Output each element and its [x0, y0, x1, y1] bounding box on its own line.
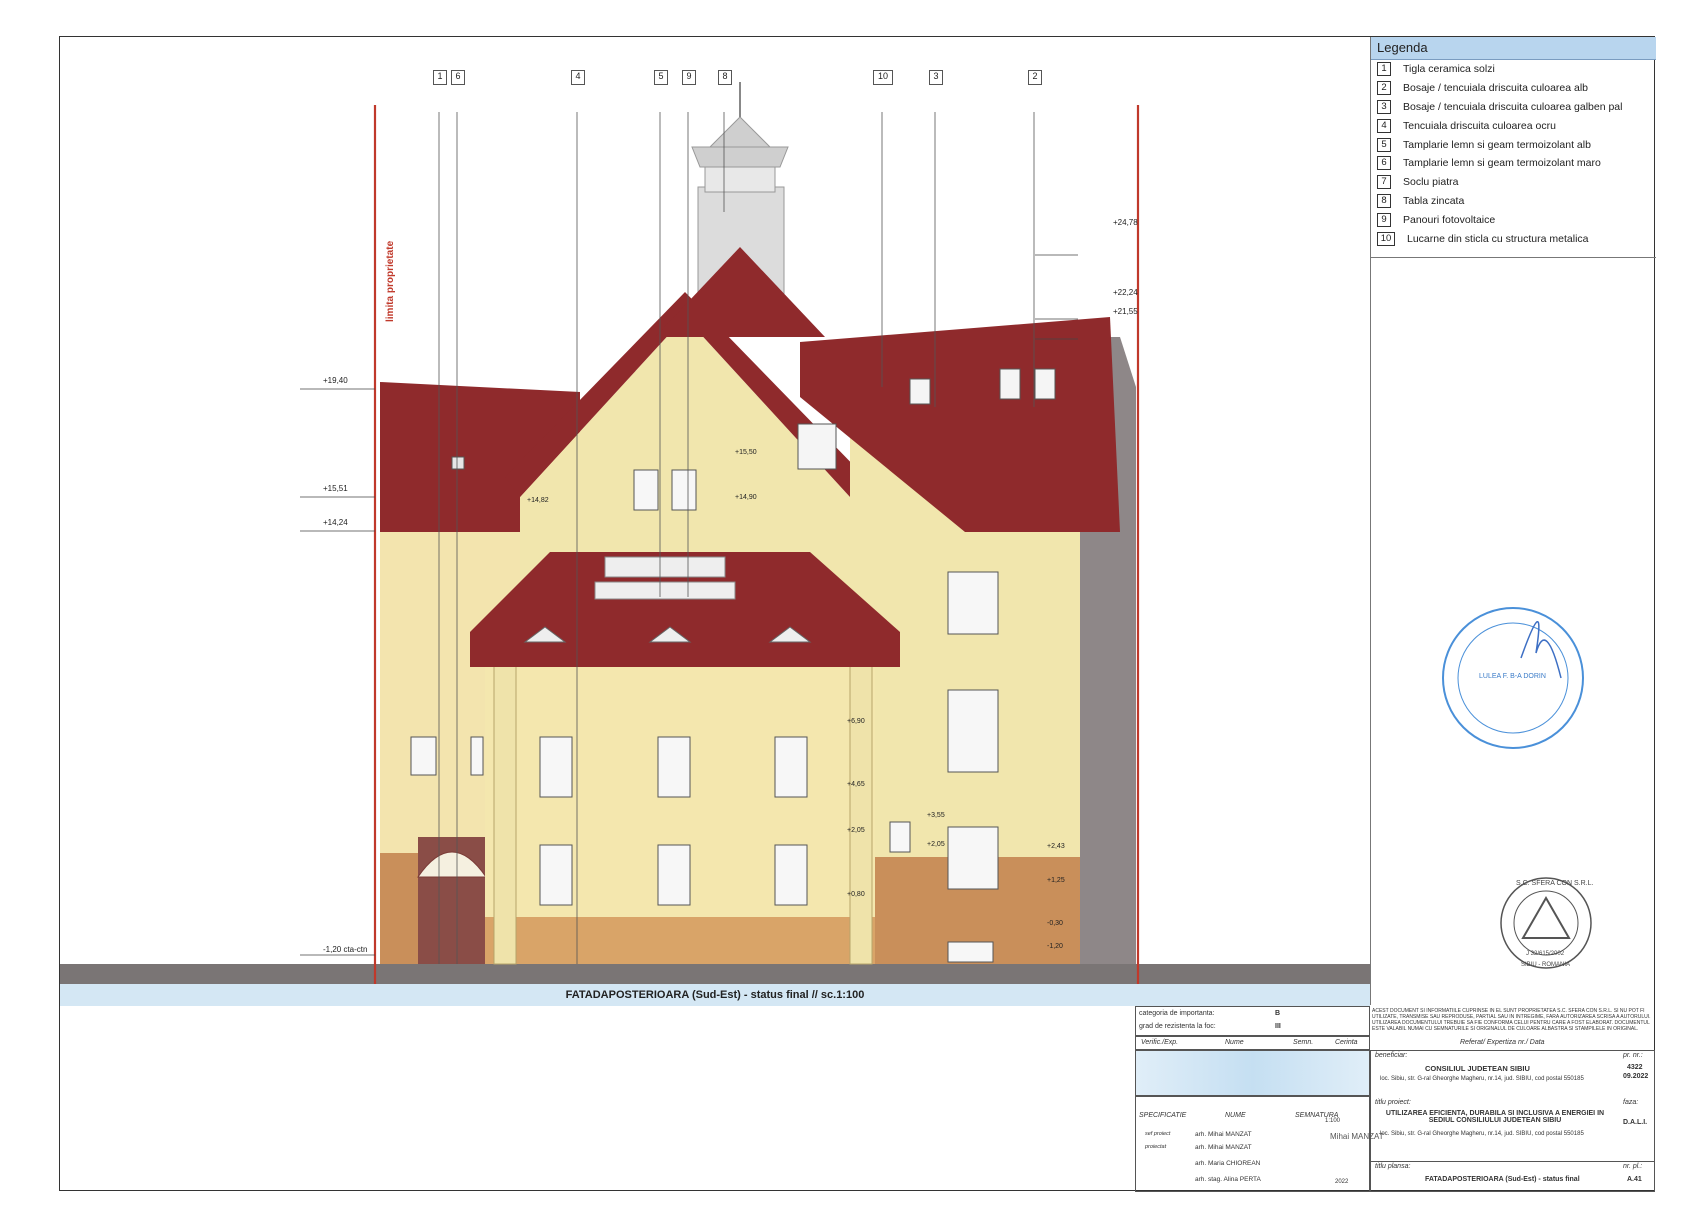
legend-item: 1 Tigla ceramica solzi	[1371, 60, 1656, 79]
callout-2: 2	[1028, 70, 1042, 85]
legend-item: 6 Tamplarie lemn si geam termoizolant mar…	[1371, 154, 1656, 173]
level-label: +2,43	[1047, 843, 1065, 850]
level-label: +21,55	[1113, 307, 1138, 316]
legend-item: 9 Panouri fotovoltaice	[1371, 210, 1656, 229]
tower-gable-roof	[655, 247, 825, 337]
facade-drawing: limita proprietate 1 6 4 5 9 8 10 3 2 +1…	[60, 37, 1370, 1022]
legend-panel: Legenda 1 Tigla ceramica solzi 2 Bosaje / …	[1370, 37, 1656, 257]
person-name: arh. Mihai MANZAT	[1195, 1131, 1252, 1138]
person-name: arh. Maria CHIOREAN	[1195, 1160, 1261, 1167]
verif-header: Semn.	[1293, 1039, 1314, 1046]
level-label: +1,25	[1047, 877, 1065, 884]
stamp-area: LULEA F. B-A DORIN S.C. SFERA CON S.R.L.…	[1370, 257, 1656, 1005]
referat-label: Referat/ Expertiza nr./ Data	[1460, 1039, 1545, 1046]
titlu-label: titlu proiect:	[1375, 1099, 1411, 1106]
level-label: +22,24	[1113, 288, 1138, 297]
spec-header: SPECIFICATIE	[1139, 1112, 1187, 1119]
callout-9: 9	[682, 70, 696, 85]
grad-label: grad de rezistenta la foc:	[1139, 1023, 1216, 1030]
company-logo-banner	[1135, 1050, 1370, 1096]
nr-pl: A.41	[1627, 1176, 1642, 1183]
drawing-sheet: limita proprietate 1 6 4 5 9 8 10 3 2 +1…	[59, 36, 1656, 1192]
callout-3: 3	[929, 70, 943, 85]
pr-nr: 4322	[1627, 1064, 1643, 1071]
level-label: +24,78	[1113, 218, 1138, 227]
spec-header: NUME	[1225, 1112, 1246, 1119]
level-label: +4,65	[847, 781, 865, 788]
pr-date: 09.2022	[1623, 1073, 1649, 1080]
level-label: -1,20 cta-ctn	[323, 945, 368, 954]
level-label: +19,40	[323, 376, 348, 385]
project-title: UTILIZAREA EFICIENTA, DURABILA SI INCLUS…	[1385, 1110, 1605, 1124]
callout-5: 5	[654, 70, 668, 85]
architect-stamp-text: LULEA F. B-A DORIN	[1479, 673, 1546, 680]
project-address: loc. Sibiu, str. G-ral Gheorghe Magheru,…	[1380, 1131, 1584, 1137]
level-label: +15,51	[323, 484, 348, 493]
verif-header: Nume	[1225, 1039, 1244, 1046]
company-stamp-reg: J 32/615/2002	[1526, 951, 1565, 957]
stamps-svg: LULEA F. B-A DORIN S.C. SFERA CON S.R.L.…	[1442, 607, 1593, 969]
level-label: +6,90	[847, 718, 865, 725]
level-label: +2,05	[847, 827, 865, 834]
legend-item: 2 Bosaje / tencuiala driscuita culoarea a…	[1371, 79, 1656, 98]
person-role: sef proiect	[1145, 1131, 1171, 1137]
legend-item: 7 Soclu piatra	[1371, 173, 1656, 192]
pr-nr-label: pr. nr.:	[1623, 1052, 1643, 1059]
callout-8: 8	[718, 70, 732, 85]
plansa-label: titlu plansa:	[1375, 1163, 1411, 1170]
level-label: -1,20	[1047, 943, 1063, 950]
nr-pl-label: nr. pl.:	[1623, 1163, 1643, 1170]
level-label: +14,24	[323, 518, 348, 527]
plansa-title: FATADAPOSTERIOARA (Sud-Est) - status fin…	[1425, 1176, 1580, 1183]
legend-item: 8 Tabla zincata	[1371, 192, 1656, 211]
level-label: +15,50	[735, 449, 757, 456]
verif-header: Verific./Exp.	[1141, 1039, 1179, 1046]
roof-hatch	[451, 456, 465, 470]
level-label: +14,90	[735, 494, 757, 501]
title-block: categoria de importanta: B grad de rezis…	[1135, 1006, 1655, 1192]
level-label: +14,82	[527, 497, 549, 504]
legend-item: 3 Bosaje / tencuiala driscuita culoarea g…	[1371, 98, 1656, 117]
level-label: -0,30	[1047, 920, 1063, 927]
callout-1: 1	[433, 70, 447, 85]
legend-item: 5 Tamplarie lemn si geam termoizolant alb	[1371, 135, 1656, 154]
person-name: arh. stag. Alina PERTA	[1195, 1176, 1261, 1183]
company-stamp-city: SIBIU - ROMANIA	[1521, 962, 1570, 968]
ground-strip	[60, 964, 1370, 984]
verif-header: Cerinta	[1335, 1039, 1358, 1046]
grad-value: III	[1275, 1023, 1281, 1030]
person-name: arh. Mihai MANZAT	[1195, 1144, 1252, 1151]
architect-seal-name: Mihai MANZAT	[1330, 1132, 1384, 1141]
callout-10: 10	[873, 70, 893, 85]
legend-item: 4 Tencuiala driscuita culoarea ocru	[1371, 116, 1656, 135]
legend-title: Legenda	[1371, 37, 1656, 60]
level-label: +3,55	[927, 812, 945, 819]
legal-notice: ACEST DOCUMENT SI INFORMATIILE CUPRINSE …	[1372, 1008, 1651, 1032]
year: 2022	[1335, 1179, 1349, 1185]
level-label: +0,80	[847, 891, 865, 898]
beneficiar-name: CONSILIUL JUDETEAN SIBIU	[1425, 1064, 1530, 1073]
drawing-caption: FATADAPOSTERIOARA (Sud-Est) - status fin…	[60, 984, 1370, 1006]
beneficiar-address: loc. Sibiu, str. G-ral Gheorghe Magheru,…	[1380, 1076, 1584, 1082]
beneficiar-label: beneficiar:	[1375, 1052, 1408, 1059]
categoria-value: B	[1275, 1010, 1281, 1017]
level-label: +2,05	[927, 841, 945, 848]
company-stamp-name: S.C. SFERA CON S.R.L.	[1516, 880, 1593, 887]
front-block-plinth	[485, 917, 875, 964]
faza-label: faza:	[1623, 1099, 1639, 1106]
callout-4: 4	[571, 70, 585, 85]
scale-value: 1:100	[1325, 1118, 1341, 1124]
front-block-wall	[485, 632, 875, 964]
legend-item: 10 Lucarne din sticla cu structura metali…	[1371, 229, 1656, 248]
categoria-label: categoria de importanta:	[1139, 1010, 1215, 1017]
faza-value: D.A.L.I.	[1623, 1119, 1648, 1126]
property-line-label: limita proprietate	[385, 240, 396, 322]
callout-6: 6	[451, 70, 465, 85]
person-role: proiectat	[1145, 1144, 1167, 1150]
